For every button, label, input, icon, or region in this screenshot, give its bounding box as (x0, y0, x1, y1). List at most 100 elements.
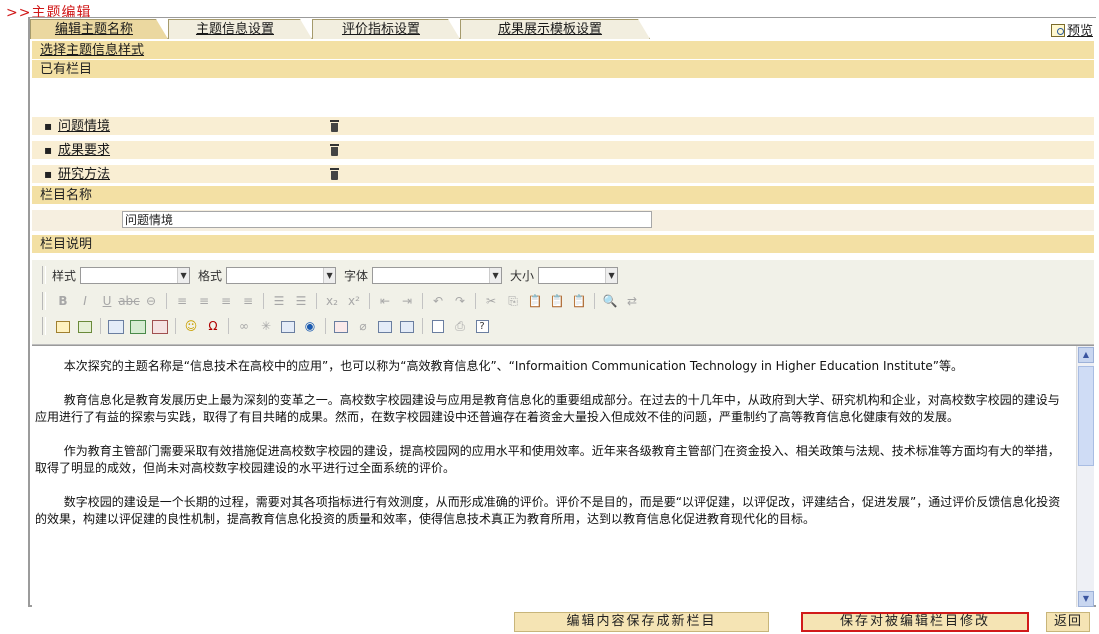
ordered-list-icon[interactable]: ☰ (268, 292, 290, 310)
remove-format-icon[interactable]: ⊖ (140, 292, 162, 310)
style-label: 样式 (52, 268, 77, 283)
tab-edit-topic-name[interactable]: 编辑主题名称 (30, 19, 168, 39)
italic-icon[interactable]: I (74, 292, 96, 310)
print-icon[interactable]: ⎙ (449, 317, 471, 335)
content-paragraph: 本次探究的主题名称是“信息技术在高校中的应用”，也可以称为“高效教育信息化”、“… (63, 359, 963, 373)
rich-text-content[interactable]: 本次探究的主题名称是“信息技术在高校中的应用”，也可以称为“高效教育信息化”、“… (32, 345, 1094, 607)
bullet-icon: ▪ (44, 143, 53, 157)
font-select[interactable]: ▼ (372, 266, 503, 284)
trash-icon[interactable] (330, 144, 339, 156)
format-label: 格式 (198, 268, 223, 283)
rich-text-toolbar: 样式 ▼ 格式 ▼ 字体 ▼ 大小 ▼ B I U abc ⊖ ≡ ≡ ≡ ≡ … (32, 260, 1094, 345)
scroll-thumb[interactable] (1078, 366, 1094, 466)
indent-icon[interactable]: ⇥ (396, 292, 418, 310)
chevron-down-icon: ▼ (605, 267, 618, 283)
content-paragraph: 数字校园的建设是一个长期的过程，需要对其各项指标进行有效测度，从而形成准确的评价… (35, 495, 1061, 526)
column-name-input[interactable] (122, 211, 652, 228)
select-style-link[interactable]: 选择主题信息样式 (40, 43, 144, 58)
content-text[interactable]: 本次探究的主题名称是“信息技术在高校中的应用”，也可以称为“高效教育信息化”、“… (35, 358, 1070, 545)
scroll-up-icon[interactable]: ▲ (1078, 347, 1094, 363)
media-icon[interactable]: ◉ (299, 317, 321, 335)
existing-columns-label: 已有栏目 (40, 62, 93, 77)
undo-icon[interactable]: ↶ (427, 292, 449, 310)
link-icon[interactable]: ∞ (233, 317, 255, 335)
column-name-input-row (32, 210, 1094, 232)
preview-link[interactable]: 预览 (1050, 20, 1093, 39)
column-name-header: 栏目名称 (32, 186, 1094, 205)
chevron-down-icon: ▼ (489, 267, 502, 283)
column-item: ▪ 问题情境 (32, 117, 1094, 136)
superscript-icon[interactable]: x² (343, 292, 365, 310)
tab-topic-info-settings[interactable]: 主题信息设置 (168, 19, 312, 39)
format-select[interactable]: ▼ (226, 266, 337, 284)
size-select[interactable]: ▼ (538, 266, 619, 284)
chevron-down-icon: ▼ (177, 267, 190, 283)
bullet-icon: ▪ (44, 119, 53, 133)
redo-icon[interactable]: ↷ (449, 292, 471, 310)
find-icon[interactable]: 🔍 (599, 292, 621, 310)
unordered-list-icon[interactable]: ☰ (290, 292, 312, 310)
bg-color-icon[interactable] (74, 317, 96, 335)
existing-columns-header: 已有栏目 (32, 60, 1094, 79)
size-label: 大小 (510, 268, 535, 283)
special-char-icon[interactable]: Ω (202, 317, 224, 335)
smiley-icon[interactable]: ☺ (180, 317, 202, 335)
unlink-icon[interactable]: ✳ (255, 317, 277, 335)
table-icon[interactable] (105, 317, 127, 335)
align-justify-icon[interactable]: ≡ (237, 292, 259, 310)
column-item: ▪ 研究方法 (32, 165, 1094, 184)
column-link[interactable]: 成果要求 (58, 141, 110, 160)
column-name-label: 栏目名称 (40, 188, 93, 203)
toolbar-row-selects: 样式 ▼ 格式 ▼ 字体 ▼ 大小 ▼ (42, 264, 626, 286)
save-column-changes-button[interactable]: 保存对被编辑栏目修改 (801, 612, 1029, 632)
vertical-scrollbar[interactable]: ▲ ▼ (1076, 346, 1094, 607)
bold-icon[interactable]: B (52, 292, 74, 310)
paste-icon[interactable]: 📋 (524, 292, 546, 310)
help-icon[interactable]: ? (471, 317, 493, 335)
scroll-down-icon[interactable]: ▼ (1078, 591, 1094, 607)
save-as-new-column-button[interactable]: 编辑内容保存成新栏目 (514, 612, 769, 632)
copy-icon[interactable]: ⎘ (502, 292, 524, 310)
select-style-row: 选择主题信息样式 (32, 41, 1094, 60)
flash-icon[interactable] (149, 317, 171, 335)
eraser-icon[interactable]: ⌀ (352, 317, 374, 335)
chevron-down-icon: ▼ (323, 267, 336, 283)
tab-evaluation-index-settings[interactable]: 评价指标设置 (312, 19, 460, 39)
anchor-icon[interactable] (277, 317, 299, 335)
column-desc-header: 栏目说明 (32, 235, 1094, 254)
trash-icon[interactable] (330, 120, 339, 132)
preview-icon (1050, 24, 1065, 37)
tab-result-template-settings[interactable]: 成果展示模板设置 (460, 19, 650, 39)
column-item: ▪ 成果要求 (32, 141, 1094, 160)
bullet-icon: ▪ (44, 167, 53, 181)
outdent-icon[interactable]: ⇤ (374, 292, 396, 310)
paste-text-icon[interactable]: 📋 (546, 292, 568, 310)
subscript-icon[interactable]: x₂ (321, 292, 343, 310)
align-center-icon[interactable]: ≡ (193, 292, 215, 310)
back-button[interactable]: 返回 (1046, 612, 1090, 632)
font-label: 字体 (344, 268, 369, 283)
toolbar-row-format: B I U abc ⊖ ≡ ≡ ≡ ≡ ☰ ☰ x₂ x² ⇤ ⇥ ↶ ↷ ✂ … (42, 290, 643, 312)
align-right-icon[interactable]: ≡ (215, 292, 237, 310)
date-icon[interactable] (374, 317, 396, 335)
toolbar-row-insert: ☺ Ω ∞ ✳ ◉ ⌀ ⎙ ? (42, 315, 493, 337)
preview-label: 预览 (1066, 24, 1093, 39)
column-desc-label: 栏目说明 (40, 237, 93, 252)
preview-doc-icon[interactable] (427, 317, 449, 335)
column-link[interactable]: 问题情境 (58, 117, 110, 136)
page-break-icon[interactable] (330, 317, 352, 335)
paste-word-icon[interactable]: 📋 (568, 292, 590, 310)
trash-icon[interactable] (330, 168, 339, 180)
content-paragraph: 作为教育主管部门需要采取有效措施促进高校数字校园的建设，提高校园网的应用水平和使… (35, 444, 1060, 475)
align-left-icon[interactable]: ≡ (171, 292, 193, 310)
replace-icon[interactable]: ⇄ (621, 292, 643, 310)
underline-icon[interactable]: U (96, 292, 118, 310)
form-icon[interactable] (396, 317, 418, 335)
column-link[interactable]: 研究方法 (58, 165, 110, 184)
strikethrough-icon[interactable]: abc (118, 292, 140, 310)
content-paragraph: 教育信息化是教育发展历史上最为深刻的变革之一。高校数字校园建设与应用是教育信息化… (35, 393, 1060, 424)
image-icon[interactable] (127, 317, 149, 335)
text-color-icon[interactable] (52, 317, 74, 335)
style-select[interactable]: ▼ (80, 266, 191, 284)
cut-icon[interactable]: ✂ (480, 292, 502, 310)
